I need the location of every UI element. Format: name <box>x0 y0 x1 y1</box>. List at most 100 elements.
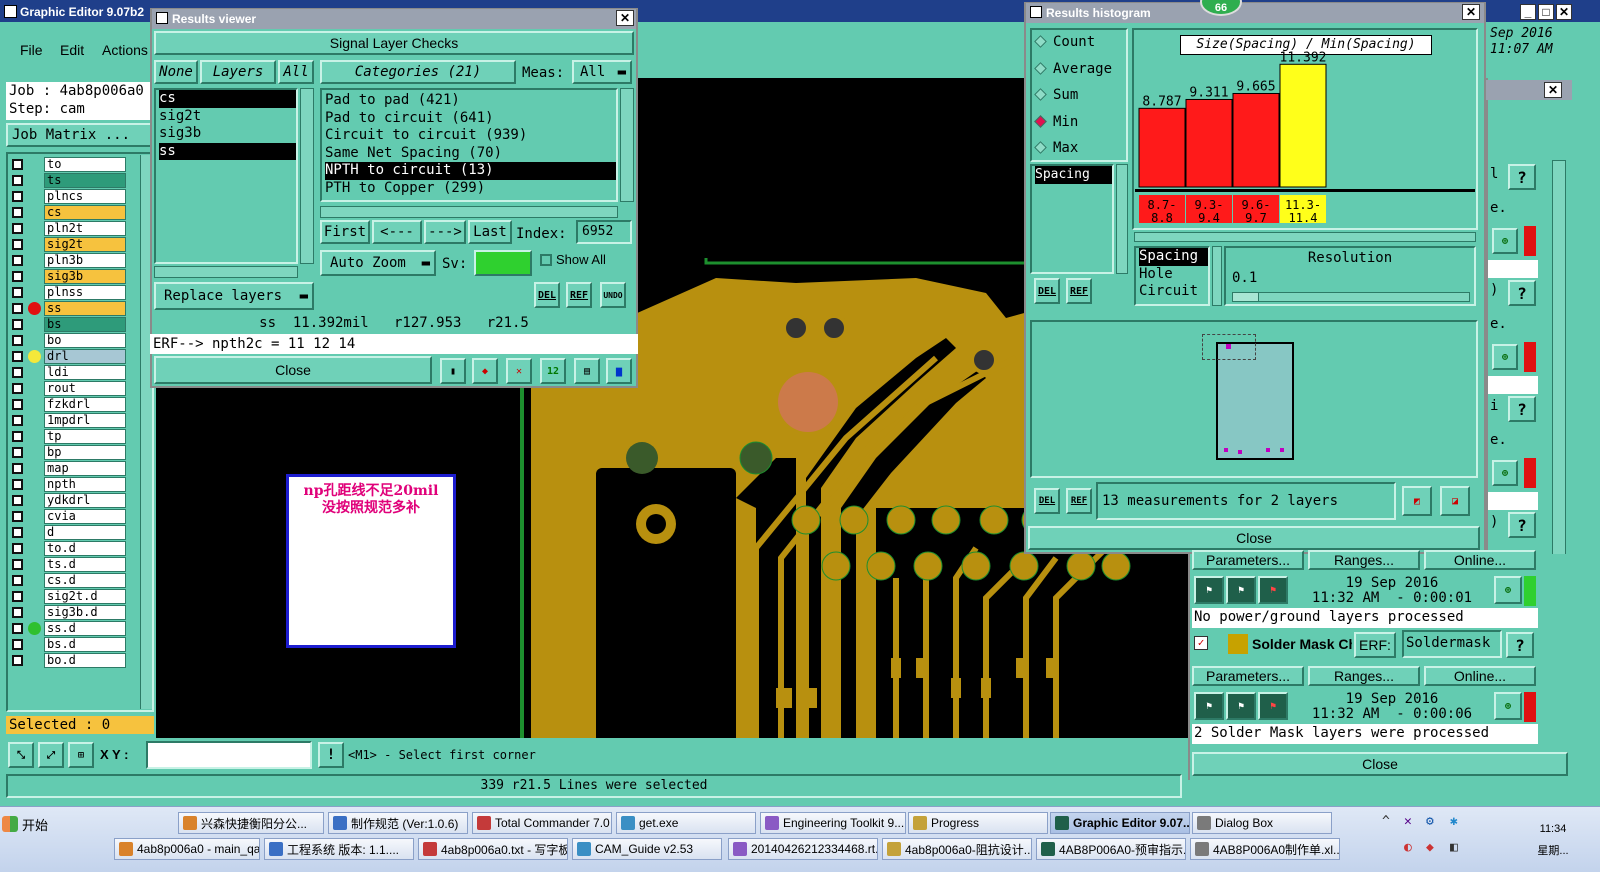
layer-row[interactable]: bo <box>12 333 126 348</box>
menu-edit[interactable]: Edit <box>60 42 84 58</box>
type-list[interactable]: Spacing Hole Circuit <box>1134 246 1210 306</box>
zoom-icon[interactable]: ⊕ <box>1492 344 1518 370</box>
zoom-icon[interactable]: ⊕ <box>1494 692 1522 720</box>
layer-checkbox[interactable] <box>12 351 23 362</box>
parameters-button[interactable]: Parameters... <box>1192 550 1304 570</box>
list-item[interactable]: Circuit to circuit (939) <box>325 127 616 145</box>
histogram-reference-icon[interactable]: REF <box>1066 278 1092 304</box>
layer-row[interactable]: d <box>12 525 126 540</box>
resolution-slider[interactable] <box>1232 292 1470 302</box>
zoom-fit-icon[interactable]: ⤡ <box>8 742 34 768</box>
list-item[interactable]: PTH to Copper (299) <box>325 180 616 198</box>
help-button[interactable]: ? <box>1508 280 1536 306</box>
chart-icon[interactable]: ▆ <box>606 358 632 384</box>
layers-button[interactable]: Layers <box>200 60 276 84</box>
list-item[interactable]: Pad to circuit (641) <box>325 110 616 128</box>
layer-row[interactable]: ts <box>12 173 126 188</box>
layer-row[interactable]: bs <box>12 317 126 332</box>
reject-icon[interactable]: ✕ <box>506 358 532 384</box>
list-item[interactable]: Spacing <box>1035 166 1112 184</box>
list-item[interactable]: Spacing <box>1139 248 1208 266</box>
layer-checkbox[interactable] <box>12 319 23 330</box>
layer-row[interactable]: ts.d <box>12 557 126 572</box>
tray-icon[interactable]: ◧ <box>1450 840 1458 855</box>
layer-row[interactable]: npth <box>12 477 126 492</box>
histogram-delete-icon[interactable]: DEL <box>1034 278 1060 304</box>
layer-checkbox[interactable] <box>12 639 23 650</box>
help-button[interactable]: ? <box>1506 632 1534 658</box>
layer-row[interactable]: bs.d <box>12 637 126 652</box>
list-item[interactable]: sig2t <box>159 108 296 126</box>
measurement-list-scroll[interactable] <box>1116 164 1128 274</box>
layer-checkbox[interactable] <box>12 575 23 586</box>
layer-checkbox[interactable] <box>12 207 23 218</box>
histogram-bar[interactable] <box>1138 107 1186 188</box>
zoom-icon[interactable]: ⊕ <box>1494 576 1522 604</box>
all-button[interactable]: All <box>278 60 314 84</box>
solder-mask-checkbox[interactable]: ✓ <box>1194 636 1208 650</box>
layer-checkbox[interactable] <box>12 543 23 554</box>
layer-checkbox[interactable] <box>12 159 23 170</box>
help-button[interactable]: ? <box>1508 164 1536 190</box>
meas-dropdown[interactable]: All ▬ <box>572 60 632 84</box>
layer-checkbox[interactable] <box>12 335 23 346</box>
taskbar-button[interactable]: 工程系统 版本: 1.1.... <box>264 838 414 860</box>
histogram-toggle-icon[interactable]: ▮ <box>440 358 466 384</box>
layer-checkbox[interactable] <box>12 223 23 234</box>
prev-button[interactable]: <--- <box>372 220 422 244</box>
run-icon[interactable]: ⚑ <box>1194 692 1224 720</box>
layer-row[interactable]: sig3b <box>12 269 126 284</box>
preview-reference-icon[interactable]: REF <box>1066 488 1092 514</box>
board-preview[interactable] <box>1030 320 1478 478</box>
histogram-bar[interactable] <box>1232 92 1280 188</box>
list-item[interactable]: Same Net Spacing (70) <box>325 145 616 163</box>
layer-checkbox[interactable] <box>12 383 23 394</box>
stat-option-sum[interactable]: Sum <box>1034 87 1124 105</box>
layer-row[interactable]: map <box>12 461 126 476</box>
taskbar-button[interactable]: get.exe <box>616 812 756 834</box>
delete-icon[interactable]: DEL <box>534 282 560 308</box>
layer-row[interactable]: sig3b.d <box>12 605 126 620</box>
layer-row[interactable]: cs <box>12 205 126 220</box>
list-item[interactable]: cs <box>159 90 296 108</box>
resolution-slider-handle[interactable] <box>1233 293 1259 301</box>
layer-checkbox[interactable] <box>12 271 23 282</box>
tray-icon[interactable]: ◐ <box>1404 840 1412 855</box>
layer-results-hscroll[interactable] <box>154 266 298 278</box>
type-list-scroll[interactable] <box>1212 246 1222 306</box>
layer-checkbox[interactable] <box>12 623 23 634</box>
categories-button[interactable]: Categories (21) <box>320 60 516 84</box>
taskbar-button[interactable]: 兴森快捷衡阳分公... <box>178 812 324 834</box>
layer-row[interactable]: to <box>12 157 126 172</box>
layer-row[interactable]: plncs <box>12 189 126 204</box>
layer-row[interactable]: cvia <box>12 509 126 524</box>
layer-checkbox[interactable] <box>12 607 23 618</box>
layer-row[interactable]: rout <box>12 381 126 396</box>
layer-row[interactable]: tp <box>12 429 126 444</box>
stat-option-average[interactable]: Average <box>1034 61 1124 79</box>
taskbar-button[interactable]: Graphic Editor 9.07... <box>1050 812 1190 834</box>
checklist-close-button[interactable]: Close <box>1192 752 1568 776</box>
layer-row[interactable]: sig2t.d <box>12 589 126 604</box>
layer-checkbox[interactable] <box>12 191 23 202</box>
taskbar-button[interactable]: Engineering Toolkit 9.... <box>760 812 906 834</box>
layer-row[interactable]: drl <box>12 349 126 364</box>
taskbar-button[interactable]: 4ab8p006a0-阻抗设计... <box>882 838 1032 860</box>
list-item[interactable]: Pad to pad (421) <box>325 92 616 110</box>
alert-icon[interactable]: ! <box>318 742 344 768</box>
none-button[interactable]: None <box>154 60 198 84</box>
layer-checkbox[interactable] <box>12 255 23 266</box>
sv-color-dropdown[interactable] <box>474 250 532 276</box>
results-viewer-close-icon[interactable]: ✕ <box>616 10 634 26</box>
stat-option-max[interactable]: Max <box>1034 140 1124 158</box>
zoom-to-result-icon[interactable]: ◩ <box>1402 486 1432 516</box>
layer-row[interactable]: ss <box>12 301 126 316</box>
run-icon[interactable]: ⚑ <box>1258 576 1288 604</box>
close-icon[interactable]: ✕ <box>1556 4 1572 20</box>
layer-checkbox[interactable] <box>12 175 23 186</box>
layer-row[interactable]: pln3b <box>12 253 126 268</box>
erf-input[interactable]: Soldermask <box>1402 630 1502 658</box>
tray-icon[interactable]: ✕ <box>1404 814 1412 829</box>
histogram-bar[interactable] <box>1279 63 1327 188</box>
layer-checkbox[interactable] <box>12 287 23 298</box>
